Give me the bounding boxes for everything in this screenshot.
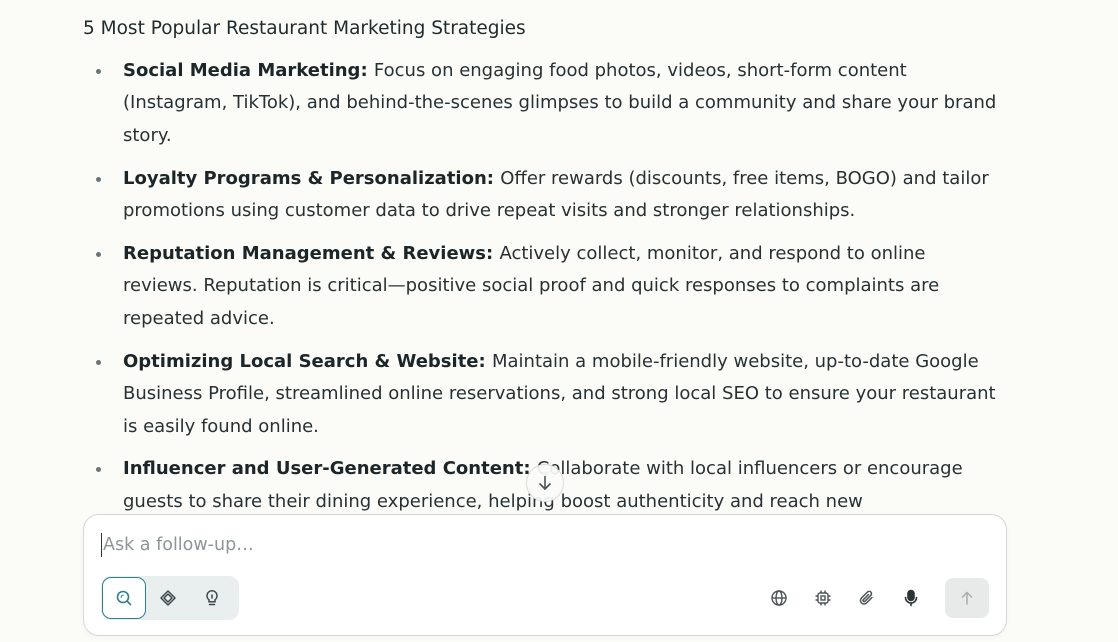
microphone-icon	[903, 589, 919, 607]
list-item: Social Media Marketing: Focus on engagin…	[83, 55, 1003, 152]
paperclip-icon	[858, 589, 876, 607]
voice-input-button[interactable]	[889, 578, 933, 618]
research-mode-button[interactable]	[146, 577, 190, 619]
arrow-up-icon	[961, 591, 973, 605]
search-mode-button[interactable]	[102, 577, 146, 619]
bullet-icon	[96, 176, 101, 182]
labs-mode-button[interactable]	[190, 577, 234, 619]
lightbulb-icon	[204, 589, 220, 607]
list-item: Optimizing Local Search & Website: Maint…	[83, 346, 1003, 443]
search-icon	[115, 589, 133, 607]
strategy-title: Loyalty Programs & Personalization:	[123, 167, 501, 189]
strategy-title: Optimizing Local Search & Website:	[123, 350, 492, 372]
bullet-icon	[96, 467, 101, 473]
answer-heading: 5 Most Popular Restaurant Marketing Stra…	[83, 18, 526, 39]
bullet-icon	[96, 359, 101, 365]
bullet-icon	[96, 252, 101, 258]
scroll-down-button[interactable]	[526, 464, 564, 502]
arrow-down-icon	[538, 475, 552, 491]
model-select-button[interactable]	[801, 578, 845, 618]
web-source-button[interactable]	[757, 578, 801, 618]
strategy-title: Social Media Marketing:	[123, 60, 374, 81]
answer-content: 5 Most Popular Restaurant Marketing Stra…	[83, 14, 1003, 514]
bullet-icon	[96, 69, 101, 74]
research-icon	[159, 589, 177, 607]
send-button[interactable]	[945, 578, 989, 618]
strategy-list: Social Media Marketing: Focus on engagin…	[83, 55, 1003, 514]
list-item: Reputation Management & Reviews: Activel…	[83, 238, 1003, 335]
chip-icon	[814, 589, 832, 607]
attach-button[interactable]	[845, 578, 889, 618]
strategy-title: Reputation Management & Reviews:	[123, 243, 500, 265]
globe-icon	[770, 589, 788, 607]
list-item: Loyalty Programs & Personalization: Offe…	[83, 163, 1003, 228]
composer-tools	[757, 578, 989, 618]
mode-selector	[101, 576, 239, 620]
follow-up-composer	[83, 514, 1007, 636]
follow-up-input[interactable]	[101, 533, 983, 557]
strategy-title: Influencer and User-Generated Content:	[123, 458, 537, 480]
